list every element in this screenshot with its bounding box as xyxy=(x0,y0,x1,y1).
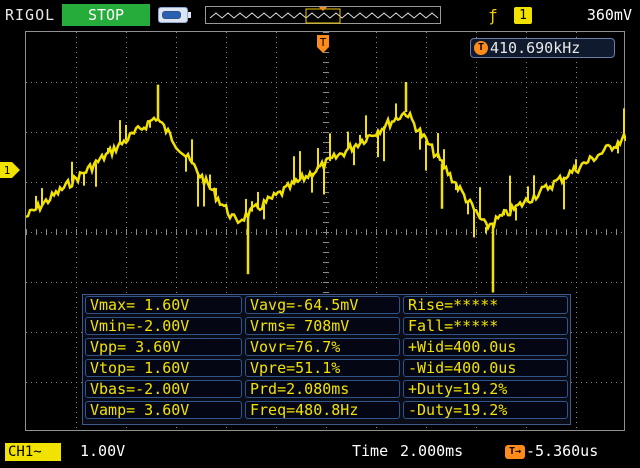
trigger-offset-value[interactable]: -5.360us xyxy=(526,442,598,460)
timebase-value[interactable]: 2.000ms xyxy=(400,442,463,460)
measurement-cell: Vbas=-2.00V xyxy=(85,380,242,398)
channel1-offset-marker[interactable]: 1 xyxy=(0,162,20,178)
channel-marker-label: 1 xyxy=(4,164,11,177)
channel1-trace xyxy=(26,110,626,232)
measurement-cell: Vrms= 708mV xyxy=(245,317,400,335)
measurement-cell: Prd=2.080ms xyxy=(245,380,400,398)
trigger-source-badge[interactable]: 1 xyxy=(514,7,532,24)
measurement-cell: +Duty=19.2% xyxy=(403,380,568,398)
coupling-symbol: ~ xyxy=(33,444,42,460)
measurement-cell: Vpp= 3.60V xyxy=(85,338,242,356)
trigger-position-marker[interactable]: T xyxy=(317,33,329,55)
measurement-cell: Fall=***** xyxy=(403,317,568,335)
measurement-cell: Vovr=76.7% xyxy=(245,338,400,356)
channel1-badge[interactable]: CH1~ xyxy=(5,443,61,461)
run-stop-status[interactable]: STOP xyxy=(62,4,150,26)
memory-strip-graphic xyxy=(209,7,439,24)
memory-depth-icon xyxy=(158,7,191,23)
channel1-scale: 1.00V xyxy=(80,442,126,460)
measurement-cell: Rise=***** xyxy=(403,296,568,314)
measurement-cell: Freq=480.8Hz xyxy=(245,401,400,419)
trigger-offset-icon: T→ xyxy=(505,445,525,459)
measurement-cell: Vamp= 3.60V xyxy=(85,401,242,419)
trigger-position-label: T xyxy=(320,36,327,49)
measurement-cell: Vmin=-2.00V xyxy=(85,317,242,335)
frequency-counter-icon: T xyxy=(474,41,488,55)
trigger-edge-icon[interactable]: ƒ xyxy=(483,6,503,26)
measurement-cell: -Duty=19.2% xyxy=(403,401,568,419)
timebase-label: Time xyxy=(352,442,389,460)
trigger-level: 360mV xyxy=(586,6,632,24)
frequency-value: 410.690kHz xyxy=(490,39,581,57)
measurement-cell: -Wid=400.0us xyxy=(403,359,568,377)
measurement-cell: Vpre=51.1% xyxy=(245,359,400,377)
waveform-memory-strip[interactable] xyxy=(205,6,441,24)
brand-logo: RIGOL xyxy=(5,6,56,24)
channel1-label: CH1 xyxy=(8,444,34,460)
measurement-cell: Vavg=-64.5mV xyxy=(245,296,400,314)
measurement-cell: +Wid=400.0us xyxy=(403,338,568,356)
measurement-cell: Vmax= 1.60V xyxy=(85,296,242,314)
measurement-cell: Vtop= 1.60V xyxy=(85,359,242,377)
